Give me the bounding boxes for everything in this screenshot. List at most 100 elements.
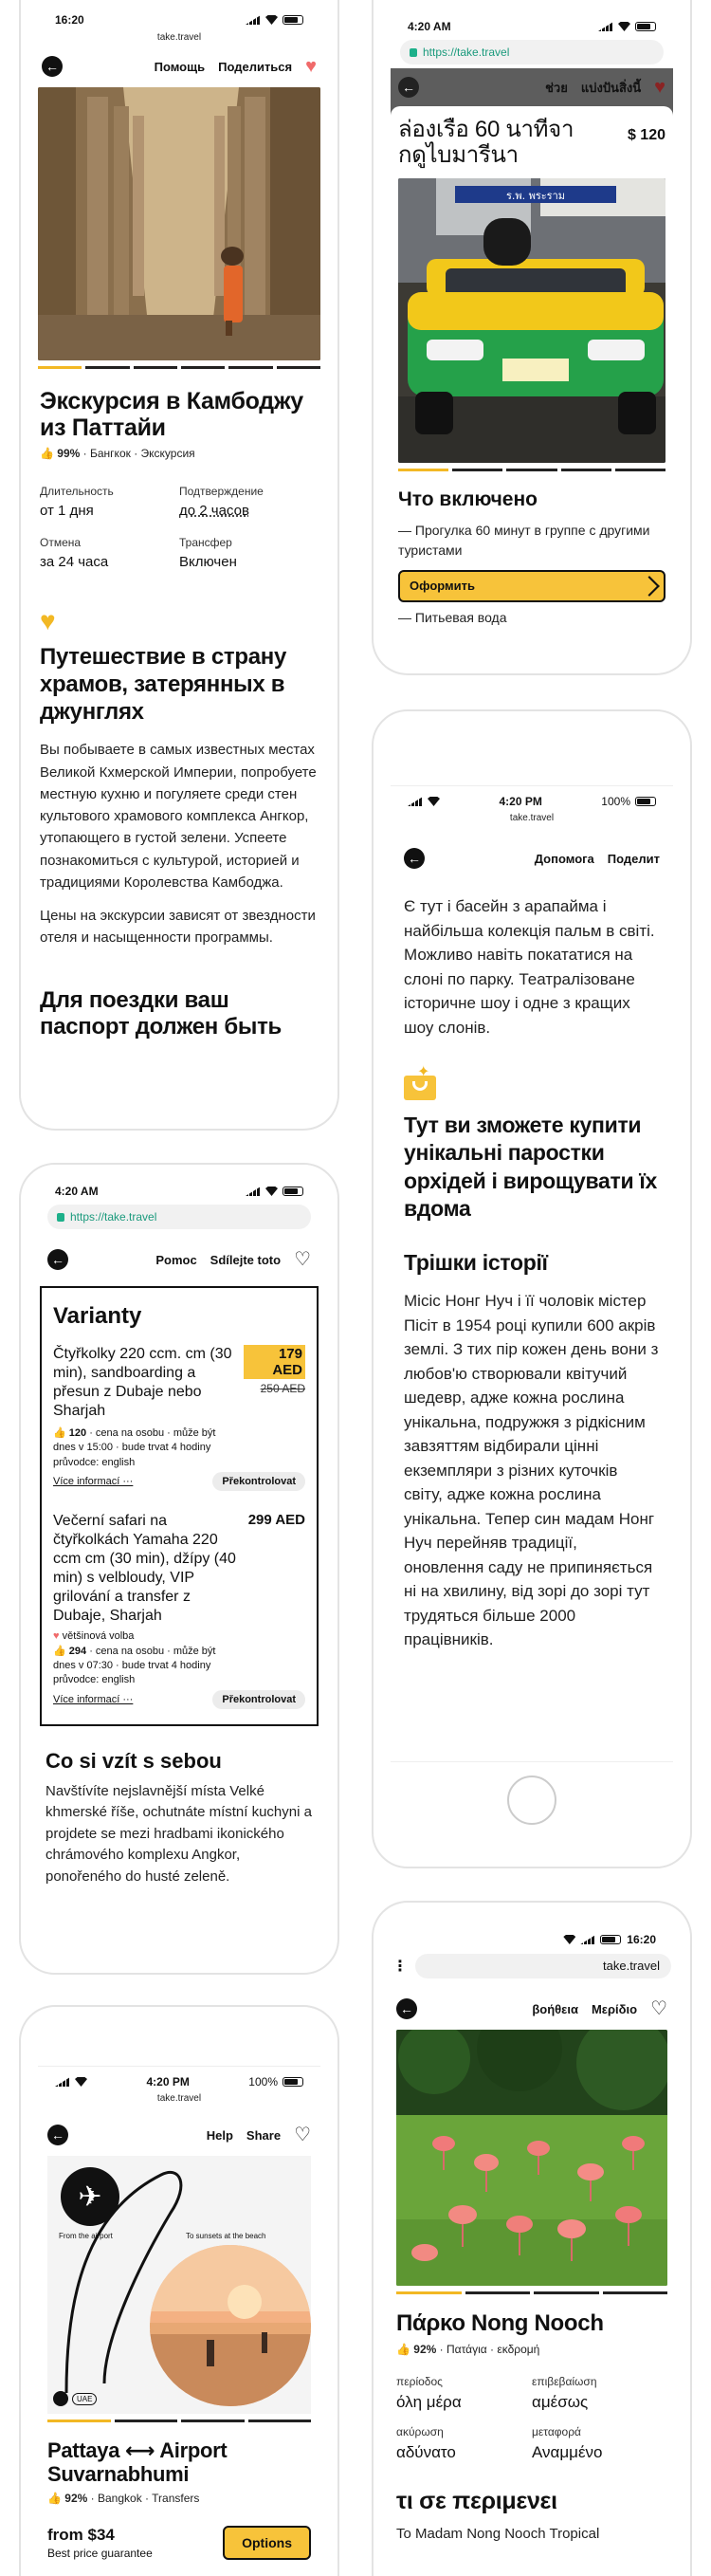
taxi-photo: ร.พ. พระราม bbox=[398, 177, 665, 463]
help-link[interactable]: Помощь bbox=[155, 60, 205, 74]
url-bar[interactable]: take.travel bbox=[38, 30, 320, 46]
wifi-icon bbox=[563, 1935, 576, 1944]
status-time: 4:20 AM bbox=[408, 20, 451, 33]
back-button[interactable]: ← bbox=[398, 77, 419, 98]
variant-details: 👍 120 · cena na osobu · může být dnes v … bbox=[53, 1427, 216, 1468]
phone-nongnooch-gr: 16:20 ⋮ take.travel ← βοήθεια Μερίδιο ♡ bbox=[372, 1901, 692, 2576]
bring-paragraph: Navštívíte nejslavnější místa Velké khme… bbox=[46, 1782, 312, 1885]
heart-outline-icon[interactable]: ♡ bbox=[294, 2125, 311, 2144]
flamingo-image bbox=[396, 2030, 667, 2286]
back-button[interactable]: ← bbox=[396, 1998, 417, 2019]
share-link[interactable]: Sdílejte toto bbox=[210, 1253, 281, 1267]
more-info-link[interactable]: Více informací ··· bbox=[53, 1694, 133, 1705]
help-link[interactable]: βοήθεια bbox=[532, 2002, 578, 2016]
variant-title: Večerní safari na čtyřkolkách Yamaha 220… bbox=[53, 1513, 236, 1625]
signal-icon bbox=[408, 797, 423, 806]
included-title: Что включено bbox=[398, 488, 538, 510]
tour-facts: Длительность от 1 дня Подтверждение до 2 ч… bbox=[40, 485, 319, 570]
intro-paragraph: To Madam Nong Nooch Tropical bbox=[396, 2525, 600, 2542]
route-start-dot bbox=[53, 2391, 68, 2406]
thumbs-up-icon: 👍 bbox=[396, 2342, 410, 2356]
back-button[interactable]: ← bbox=[47, 1249, 68, 1270]
share-link[interactable]: Μερίδιο bbox=[592, 2002, 637, 2016]
url-bar[interactable]: take.travel bbox=[38, 2091, 320, 2107]
check-button[interactable]: Překontrolovat bbox=[212, 1689, 305, 1709]
battery-icon bbox=[283, 1187, 303, 1196]
battery-percent: 100% bbox=[248, 2075, 278, 2088]
tour-meta: 👍 99% · Бангкок · Экскурсия bbox=[40, 447, 195, 460]
back-button[interactable]: ← bbox=[42, 56, 63, 77]
beach-sunset-image bbox=[150, 2245, 311, 2406]
wifi-icon bbox=[75, 2077, 87, 2087]
carousel-dots bbox=[38, 366, 320, 369]
battery-icon bbox=[635, 22, 656, 31]
flamingo-photo bbox=[396, 2030, 667, 2286]
cancel-label: ακύρωση bbox=[396, 2424, 444, 2438]
transfer-meta: 👍 92% · Bangkok · Transfers bbox=[47, 2492, 200, 2506]
back-button[interactable]: ← bbox=[47, 2125, 68, 2145]
heart-icon[interactable]: ♥ bbox=[654, 78, 665, 97]
help-link[interactable]: Pomoc bbox=[155, 1253, 196, 1267]
share-link[interactable]: แบ่งปันสิ่งนี้ bbox=[581, 78, 641, 98]
variant-card[interactable]: Večerní safari na čtyřkolkách Yamaha 220… bbox=[53, 1512, 305, 1709]
back-button[interactable]: ← bbox=[404, 848, 425, 869]
park-meta: 👍 92% · Πατάγια · εκδρομή bbox=[396, 2342, 540, 2356]
variant-price: 179 AED bbox=[244, 1345, 305, 1379]
signal-icon bbox=[55, 2077, 70, 2087]
included-item: — Питьевая вода bbox=[398, 609, 507, 625]
wifi-icon bbox=[428, 797, 440, 806]
orchid-heading: Тут ви зможете купити унікальні паростки… bbox=[404, 1113, 658, 1222]
help-link[interactable]: Допомога bbox=[535, 852, 594, 866]
confirm-value[interactable]: до 2 часов bbox=[179, 503, 319, 519]
status-time: 4:20 PM bbox=[499, 795, 542, 808]
temple-corridor-image bbox=[38, 87, 320, 360]
home-button[interactable] bbox=[507, 1776, 556, 1825]
kebab-menu-icon[interactable]: ⋮ bbox=[392, 1957, 408, 1976]
heart-outline-icon[interactable]: ♡ bbox=[294, 1250, 311, 1269]
popular-badge: většinová volba bbox=[62, 1630, 135, 1643]
options-button[interactable]: Options bbox=[223, 2526, 311, 2561]
share-link[interactable]: Поделиться bbox=[218, 60, 292, 74]
url-text: https://take.travel bbox=[70, 1210, 157, 1224]
battery-icon bbox=[600, 1935, 622, 1944]
phone-transfer-en: 4:20 PM 100% take.travel ← Help Share ♡ … bbox=[19, 2005, 339, 2576]
transfer-label: μεταφορά bbox=[532, 2424, 581, 2438]
included-item: — Прогулка 60 минут в группе с другими т… bbox=[398, 522, 650, 558]
section-title: Путешествие в страну храмов, затерянных … bbox=[40, 644, 287, 725]
section-title: τι σε περιμενει bbox=[396, 2487, 557, 2514]
signal-icon bbox=[246, 15, 261, 25]
passport-title: Для поездки ваш паспорт должен быть bbox=[40, 986, 282, 1040]
check-button[interactable]: Překontrolovat bbox=[212, 1472, 305, 1492]
book-button[interactable]: Оформить bbox=[398, 569, 665, 602]
heart-icon[interactable]: ♥ bbox=[305, 57, 317, 76]
help-link[interactable]: Help bbox=[207, 2128, 233, 2143]
phone-nongnooch-uk: 4:20 PM 100% take.travel ← Допомога Поде… bbox=[372, 709, 692, 1868]
thumbs-up-icon: 👍 bbox=[53, 1645, 66, 1657]
share-link[interactable]: Поделит bbox=[608, 852, 660, 866]
cruise-title: ล่องเรือ 60 นาทีจากดูไบมารีนา bbox=[398, 117, 574, 168]
tour-title: Экскурсия в Камбоджу из Паттайи bbox=[40, 388, 303, 441]
variants-title: Varianty bbox=[53, 1303, 142, 1329]
signal-icon bbox=[246, 1187, 261, 1196]
url-bar[interactable]: take.travel bbox=[391, 811, 673, 826]
cruise-price: $ 120 bbox=[627, 127, 665, 143]
share-link[interactable]: Share bbox=[246, 2128, 281, 2143]
duration-label: Длительность bbox=[40, 485, 114, 498]
more-info-link[interactable]: Více informací ··· bbox=[53, 1476, 133, 1487]
help-link[interactable]: ช่วย bbox=[545, 78, 568, 98]
carousel-dots bbox=[396, 2291, 667, 2294]
phone-cambodia: 16:20 take.travel ← Помощь Поделиться ♥ bbox=[19, 0, 339, 1131]
park-paragraph: Є тут і басейн з арапайма і найбільша ко… bbox=[404, 897, 655, 1037]
book-button-label: Оформить bbox=[410, 579, 475, 594]
url-bar[interactable]: https://take.travel bbox=[400, 40, 664, 64]
sparkle-bag-icon: ✦ bbox=[404, 1062, 436, 1100]
url-bar[interactable]: https://take.travel bbox=[47, 1205, 311, 1229]
yellow-heart-icon: ♥ bbox=[40, 606, 56, 635]
variant-card[interactable]: Čtyřkolky 220 ccm. cm (30 min), sandboar… bbox=[53, 1345, 305, 1492]
chevron-right-icon bbox=[639, 575, 660, 597]
confirm-value: αμέσως bbox=[532, 2392, 589, 2411]
url-bar[interactable]: take.travel bbox=[415, 1954, 671, 1978]
taxi-image: ร.พ. พระราม bbox=[398, 177, 665, 463]
heart-outline-icon[interactable]: ♡ bbox=[650, 1999, 667, 2018]
status-time: 16:20 bbox=[627, 1933, 656, 1946]
